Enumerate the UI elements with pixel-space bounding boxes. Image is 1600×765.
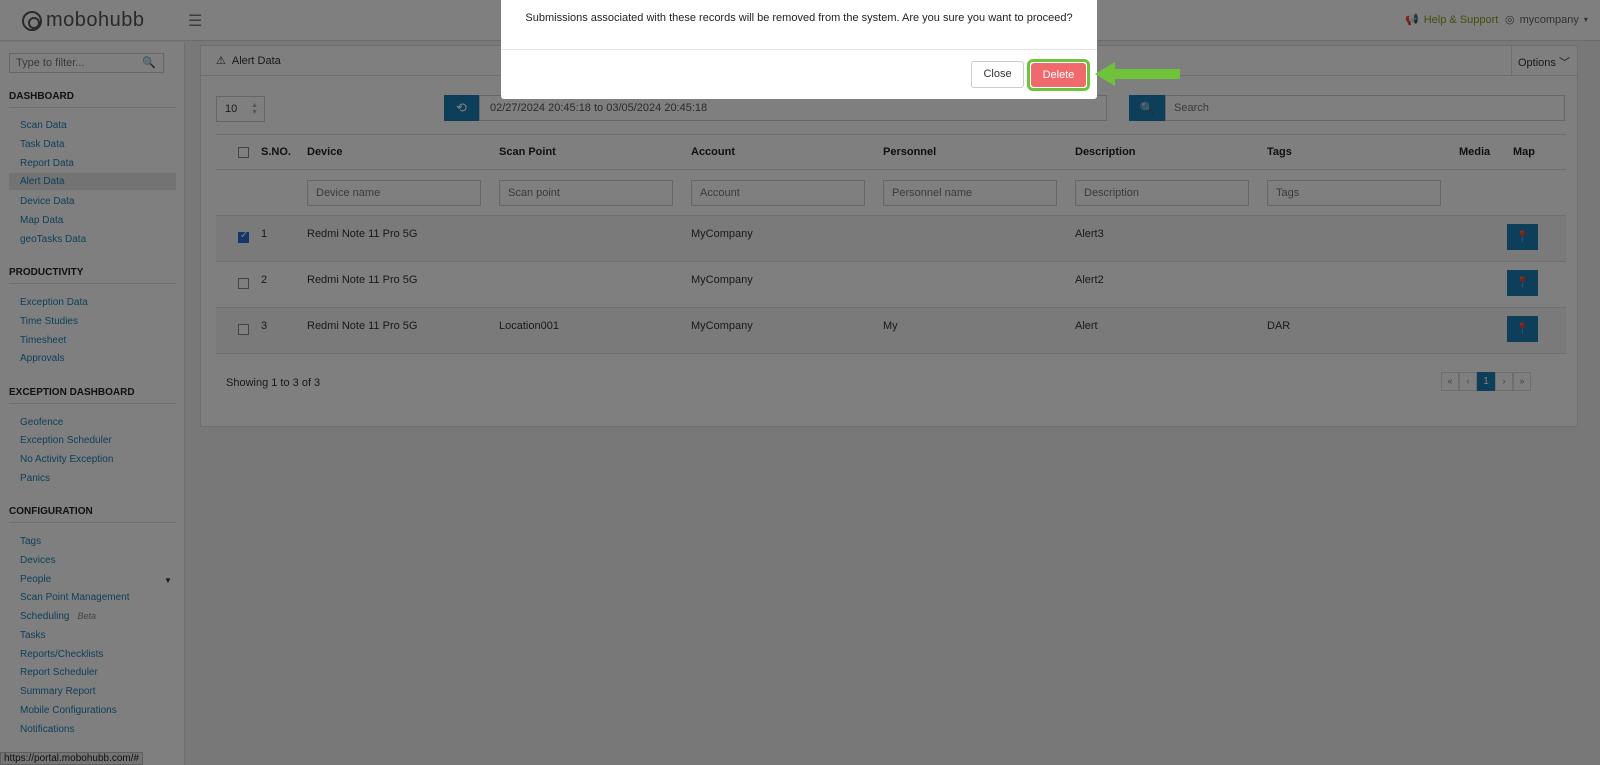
- close-button[interactable]: Close: [971, 61, 1024, 88]
- delete-button[interactable]: Delete: [1031, 63, 1086, 87]
- divider: [501, 49, 1097, 50]
- modal-message: Submissions associated with these record…: [525, 12, 1073, 24]
- modal-backdrop[interactable]: [0, 0, 1600, 765]
- confirm-delete-modal: Submissions associated with these record…: [501, 0, 1097, 99]
- arrow-left-icon: [1095, 62, 1180, 86]
